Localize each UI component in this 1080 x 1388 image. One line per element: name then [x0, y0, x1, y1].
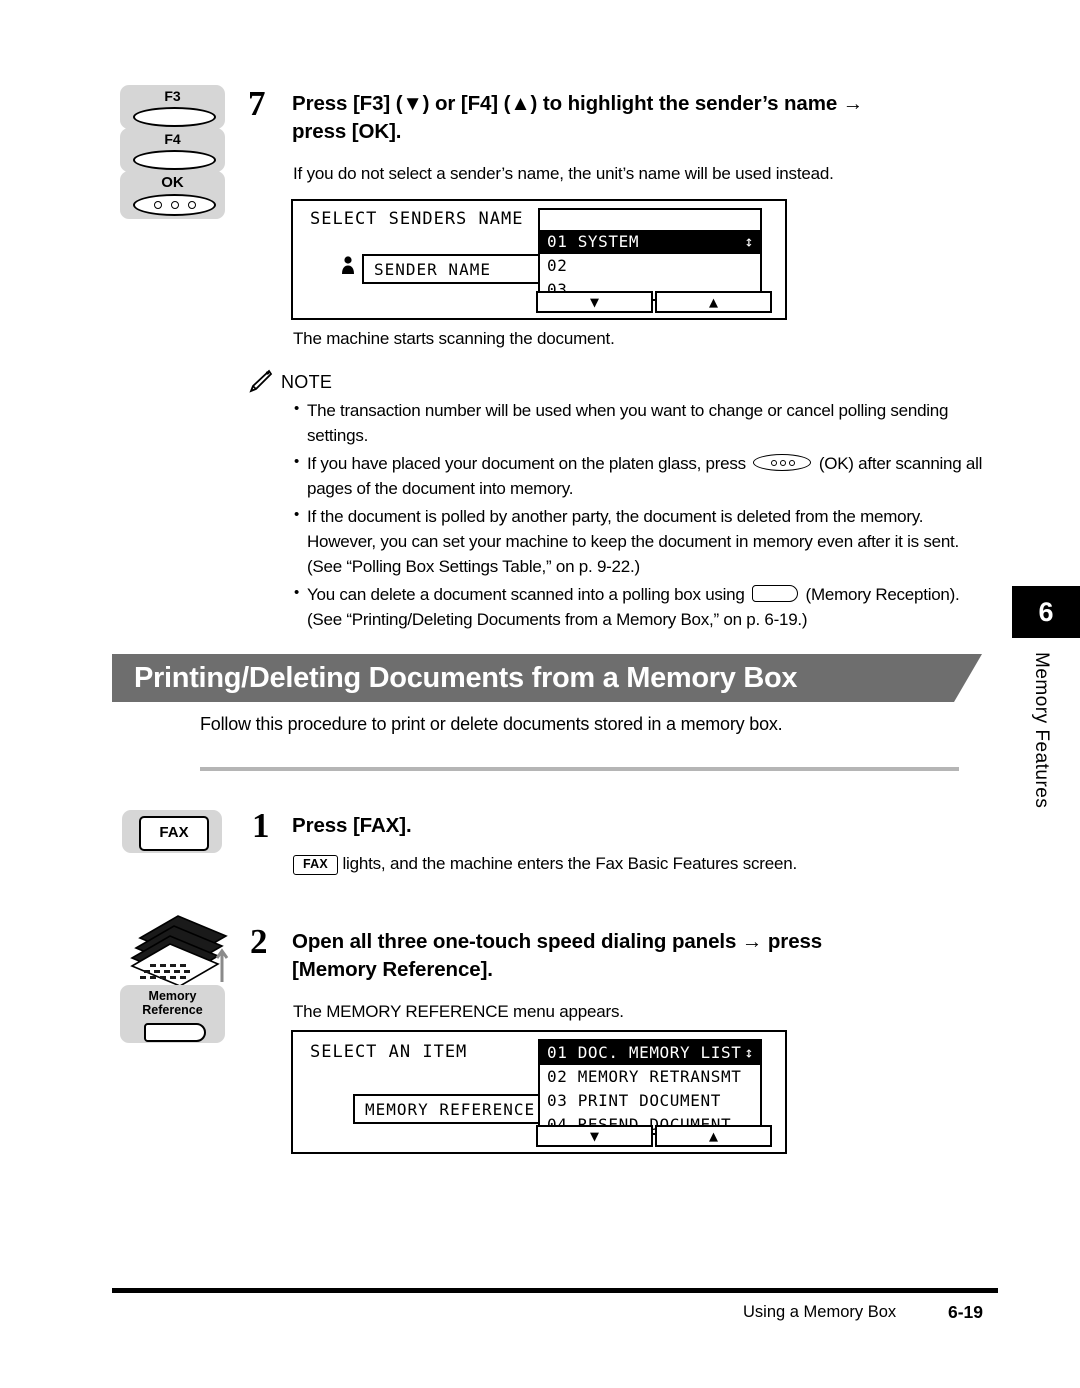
key-ok-label: OK	[161, 174, 184, 191]
note-item: If you have placed your document on the …	[293, 451, 993, 502]
section-intro: Follow this procedure to print or delete…	[200, 714, 783, 734]
lcd-select-senders-name: SELECT SENDERS NAME SENDER NAME 01 SYSTE…	[291, 199, 787, 320]
note-item-text: If the document is polled by another par…	[307, 506, 959, 576]
lcd1-sender-name-field: SENDER NAME	[362, 254, 542, 284]
section-heading: Printing/Deleting Documents from a Memor…	[112, 654, 954, 702]
lens-key-icon	[133, 150, 216, 170]
one-touch-panels-icon	[130, 915, 229, 987]
note-item-text: The transaction number will be used when…	[307, 401, 949, 445]
footer-page-number: 6-19	[948, 1302, 984, 1322]
step-7-description: If you do not select a sender’s name, th…	[293, 164, 834, 183]
step-2-description: The MEMORY REFERENCE menu appears.	[293, 1002, 624, 1021]
fax-key-label: FAX	[159, 824, 189, 841]
lcd2-softkey-up[interactable]: ▲	[655, 1125, 772, 1147]
step-7-number: 7	[248, 84, 266, 123]
lcd1-list-item-0[interactable]: 01 SYSTEM ↕	[540, 230, 760, 254]
key-fax[interactable]: FAX	[122, 810, 222, 853]
note-item-text: You can delete a document scanned into a…	[307, 584, 750, 604]
lcd-select-an-item: SELECT AN ITEM MEMORY REFERENCE 01 DOC. …	[291, 1030, 787, 1154]
lcd1-list-item-0-label: 01 SYSTEM	[547, 232, 640, 251]
lcd2-softkey-down[interactable]: ▼	[536, 1125, 653, 1147]
lens-key-ok-icon	[133, 194, 216, 216]
note-list: The transaction number will be used when…	[293, 398, 993, 636]
footer-section-title: Using a Memory Box	[743, 1303, 897, 1321]
note-item: You can delete a document scanned into a…	[293, 582, 993, 633]
lcd1-softkey-up[interactable]: ▲	[655, 291, 772, 313]
lcd2-list-item-1[interactable]: 02 MEMORY RETRANSMT	[540, 1065, 760, 1089]
key-ok[interactable]: OK	[120, 171, 225, 219]
memory-reception-key-icon	[752, 584, 799, 602]
step-2-title-line2: [Memory Reference].	[292, 958, 493, 981]
lcd2-title: SELECT AN ITEM	[310, 1042, 468, 1062]
lcd1-title: SELECT SENDERS NAME	[310, 209, 524, 229]
step-1-description: FAX lights, and the machine enters the F…	[293, 851, 993, 877]
step-1-description-text: lights, and the machine enters the Fax B…	[337, 854, 798, 873]
footer-divider	[112, 1288, 998, 1293]
note-label: NOTE	[281, 372, 333, 392]
key-f3[interactable]: F3	[120, 85, 225, 129]
fax-key-icon: FAX	[139, 816, 209, 851]
lcd2-list-item-2[interactable]: 03 PRINT DOCUMENT	[540, 1089, 760, 1113]
lcd2-list-item-0[interactable]: 01 DOC. MEMORY LIST ↕	[540, 1041, 760, 1065]
chapter-tab: 6	[1012, 586, 1080, 638]
step-7-title-line1: Press [F3] (▼) or [F4] (▲) to highlight …	[292, 92, 864, 115]
memory-reference-key-icon	[144, 1023, 206, 1042]
key-f4-label: F4	[164, 131, 181, 147]
lcd2-listbox[interactable]: 01 DOC. MEMORY LIST ↕ 02 MEMORY RETRANSM…	[538, 1039, 762, 1135]
person-icon	[342, 256, 354, 274]
lcd1-listbox[interactable]: 01 SYSTEM ↕ 02 03	[538, 208, 762, 301]
lcd1-softkey-down[interactable]: ▼	[536, 291, 653, 313]
key-f3-label: F3	[164, 88, 181, 104]
ok-key-dots	[135, 201, 214, 209]
chapter-title: Memory Features	[1031, 652, 1052, 809]
scroll-updown-icon: ↕	[744, 232, 754, 251]
note-item: The transaction number will be used when…	[293, 398, 993, 449]
key-memory-reference[interactable]: Memory Reference	[120, 985, 225, 1043]
scroll-updown-icon: ↕	[744, 1043, 754, 1062]
key-f4[interactable]: F4	[120, 128, 225, 172]
step-7-title-line2: press [OK].	[292, 120, 402, 143]
lcd1-list-item-1[interactable]: 02	[540, 254, 760, 278]
banner-tail-icon	[954, 654, 982, 702]
memory-reference-key-label-line1: Memory	[148, 989, 197, 1003]
pencil-icon	[249, 369, 273, 393]
note-item-text: If you have placed your document on the …	[307, 453, 751, 473]
memory-reference-key-label-line2: Reference	[142, 1003, 203, 1018]
step-2-title-line1: Open all three one-touch speed dialing p…	[292, 930, 823, 953]
step-2-number: 2	[250, 922, 268, 961]
step-7-after-screen-text: The machine starts scanning the document…	[293, 329, 615, 348]
lcd2-list-item-0-label: 01 DOC. MEMORY LIST	[547, 1043, 742, 1062]
fax-inline-key-icon: FAX	[293, 855, 338, 875]
step-1-number: 1	[252, 806, 270, 845]
lens-key-icon	[133, 107, 216, 127]
note-item: If the document is polled by another par…	[293, 504, 993, 580]
ok-key-icon	[753, 453, 812, 471]
lcd2-memory-reference-field: MEMORY REFERENCE	[353, 1094, 553, 1124]
step-1-title: Press [FAX].	[292, 814, 412, 837]
section-divider	[200, 767, 959, 771]
